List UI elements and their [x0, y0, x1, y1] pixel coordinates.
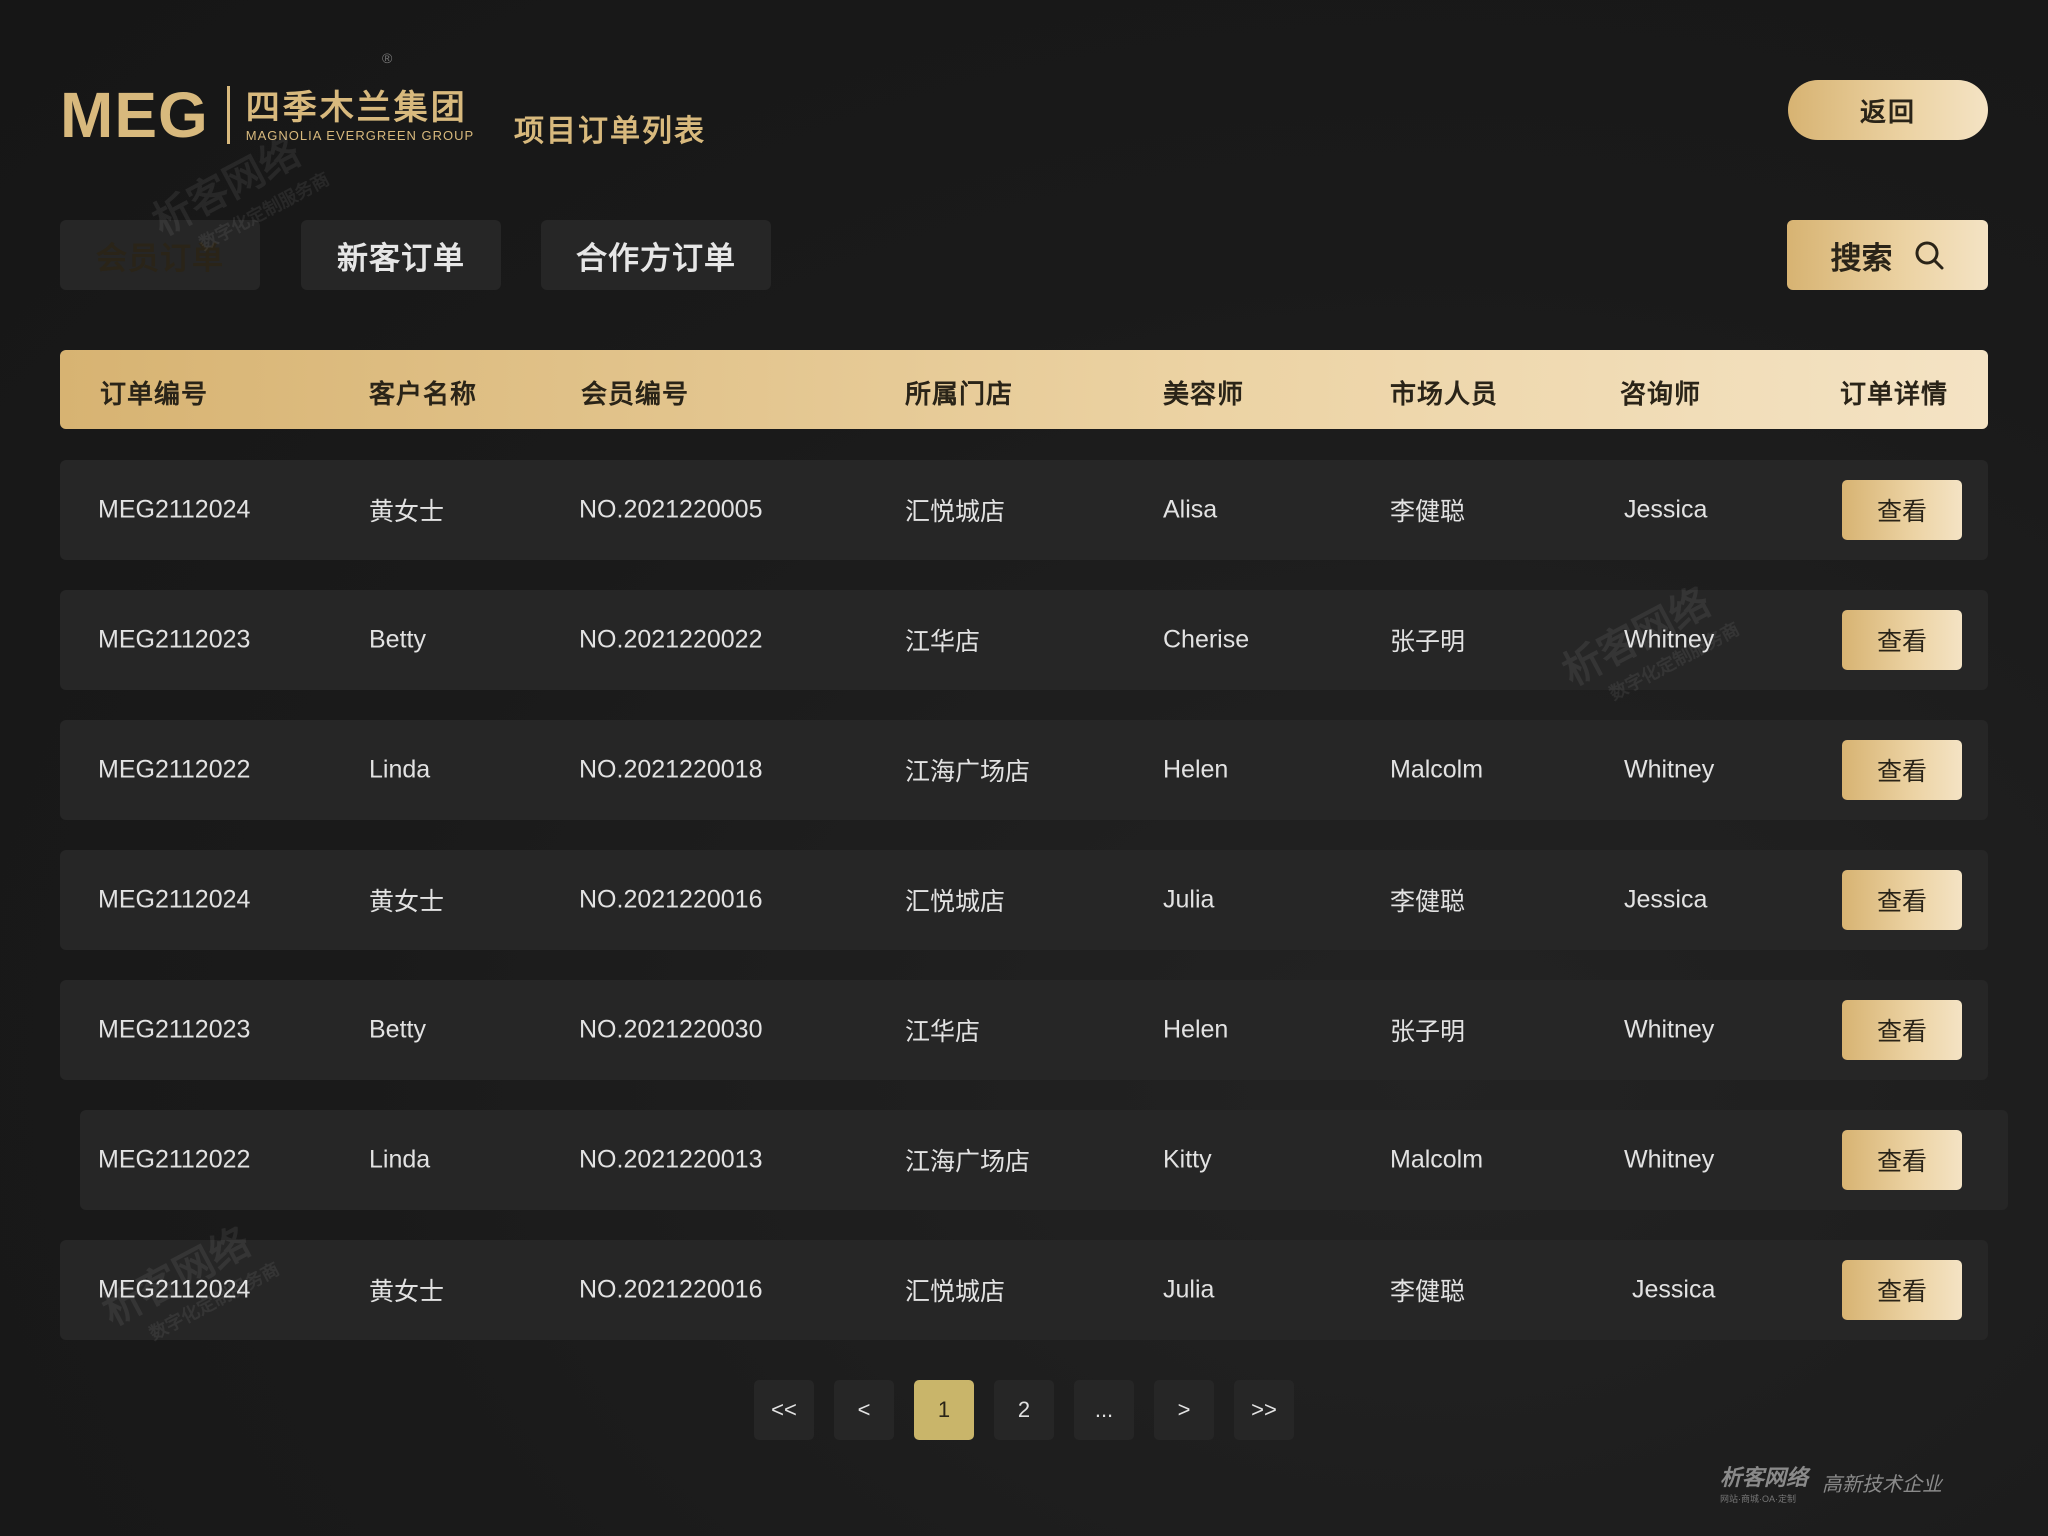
column-header-consultant: 咨询师 [1620, 379, 1702, 409]
cell-customer: 黄女士 [369, 1278, 445, 1306]
cell-order-no: MEG2112023 [98, 1015, 251, 1044]
view-order-button[interactable]: 查看 [1842, 740, 1962, 800]
page-next-button[interactable]: > [1154, 1380, 1214, 1440]
column-header-beautician: 美容师 [1163, 379, 1245, 409]
cell-order-no: MEG2112024 [98, 885, 251, 914]
cell-member-no: NO.2021220013 [579, 1145, 763, 1174]
back-button[interactable]: 返回 [1788, 80, 1988, 140]
page-prev-button[interactable]: < [834, 1380, 894, 1440]
view-order-button[interactable]: 查看 [1842, 480, 1962, 540]
column-header-order-no: 订单编号 [100, 379, 209, 409]
cell-store: 汇悦城店 [905, 1278, 1006, 1306]
table-row: MEG2112022 Linda NO.2021220013 江海广场店 Kitty Ma… [80, 1110, 2008, 1210]
search-label: 搜索 [1830, 240, 1893, 276]
table-row: MEG2112023 Betty NO.2021220030 江华店 Helen 张子明 W… [60, 980, 1988, 1080]
footer-brand: 析客网络 [1720, 1465, 1809, 1490]
cell-customer: Betty [369, 1015, 426, 1044]
cell-member-no: NO.2021220030 [579, 1015, 763, 1044]
cell-store: 江海广场店 [905, 1148, 1031, 1176]
cell-customer: 黄女士 [369, 498, 445, 526]
cell-marketer: 李健聪 [1390, 1278, 1466, 1306]
column-header-member-no: 会员编号 [581, 379, 690, 409]
footer-watermark: 析客网络 网站·商城·OA·定制 高新技术企业 [1720, 1460, 1942, 1505]
cell-store: 汇悦城店 [905, 498, 1006, 526]
cell-consultant: Jessica [1624, 495, 1708, 524]
tab-member-orders[interactable]: 会员订单 [60, 220, 260, 290]
cell-member-no: NO.2021220016 [579, 1275, 763, 1304]
cell-order-no: MEG2112024 [98, 1275, 251, 1304]
cell-member-no: NO.2021220022 [579, 625, 763, 654]
page-first-button[interactable]: << [754, 1380, 814, 1440]
cell-customer: Betty [369, 625, 426, 654]
page-ellipsis[interactable]: ... [1074, 1380, 1134, 1440]
cell-marketer: 李健聪 [1390, 888, 1466, 916]
column-header-marketer: 市场人员 [1390, 379, 1499, 409]
view-order-button[interactable]: 查看 [1842, 870, 1962, 930]
view-order-button[interactable]: 查看 [1842, 610, 1962, 670]
footer-brand-sub: 网站·商城·OA·定制 [1720, 1494, 1796, 1504]
table-row: MEG2112024 黄女士 NO.2021220005 汇悦城店 Alisa 李健聪 Je… [60, 460, 1988, 560]
cell-store: 汇悦城店 [905, 888, 1006, 916]
cell-member-no: NO.2021220005 [579, 495, 763, 524]
pagination: << < 1 2 ... > >> [754, 1380, 1294, 1440]
column-header-order-details: 订单详情 [1840, 379, 1949, 409]
cell-beautician: Kitty [1163, 1145, 1212, 1174]
cell-consultant: Jessica [1632, 1275, 1716, 1304]
footer-brand-block: 析客网络 网站·商城·OA·定制 [1720, 1460, 1808, 1505]
table-row: MEG2112022 Linda NO.2021220018 江海广场店 Helen Ma… [60, 720, 1988, 820]
cell-store: 江海广场店 [905, 758, 1031, 786]
cell-customer: Linda [369, 755, 431, 784]
registered-mark: ® [382, 50, 393, 66]
cell-order-no: MEG2112022 [98, 755, 251, 784]
page-last-button[interactable]: >> [1234, 1380, 1294, 1440]
cell-marketer: 张子明 [1390, 1018, 1466, 1046]
cell-consultant: Whitney [1624, 1015, 1715, 1044]
logo-divider [226, 86, 230, 144]
page-button-1[interactable]: 1 [914, 1380, 974, 1440]
cell-store: 江华店 [905, 1018, 981, 1046]
view-order-button[interactable]: 查看 [1842, 1260, 1962, 1320]
table-row: MEG2112023 Betty NO.2021220022 江华店 Cherise 张子… [60, 590, 1988, 690]
logo-chinese-name: 四季木兰集团 [245, 88, 468, 127]
search-icon [1915, 241, 1943, 270]
cell-consultant: Whitney [1624, 625, 1715, 654]
logo-english-name: MAGNOLIA EVERGREEN GROUP [245, 127, 475, 143]
cell-marketer: 张子明 [1390, 628, 1466, 656]
cell-beautician: Julia [1163, 885, 1215, 914]
cell-beautician: Helen [1163, 1015, 1229, 1044]
tab-partner-orders[interactable]: 合作方订单 [541, 220, 771, 290]
cell-member-no: NO.2021220016 [579, 885, 763, 914]
search-button[interactable]: 搜索 [1787, 220, 1988, 290]
cell-order-no: MEG2112022 [98, 1145, 251, 1174]
view-order-button[interactable]: 查看 [1842, 1130, 1962, 1190]
cell-beautician: Alisa [1163, 495, 1218, 524]
tab-new-customer-orders[interactable]: 新客订单 [301, 220, 501, 290]
table-row: MEG2112024 黄女士 NO.2021220016 汇悦城店 Julia 李健聪 Je… [60, 1240, 1988, 1340]
footer-slogan: 高新技术企业 [1822, 1472, 1943, 1496]
cell-beautician: Julia [1163, 1275, 1215, 1304]
logo-meg-text: MEG [60, 79, 209, 151]
cell-store: 江华店 [905, 628, 981, 656]
page-button-2[interactable]: 2 [994, 1380, 1054, 1440]
brand-logo: MEG 四季木兰集团 MAGNOLIA EVERGREEN GROUP [60, 78, 474, 152]
cell-beautician: Helen [1163, 755, 1229, 784]
cell-consultant: Jessica [1624, 885, 1708, 914]
column-header-customer: 客户名称 [369, 379, 478, 409]
cell-beautician: Cherise [1163, 625, 1250, 654]
cell-consultant: Whitney [1624, 755, 1715, 784]
cell-marketer: Malcolm [1390, 755, 1484, 784]
column-header-store: 所属门店 [905, 379, 1014, 409]
cell-consultant: Whitney [1624, 1145, 1715, 1174]
table-row: MEG2112024 黄女士 NO.2021220016 汇悦城店 Julia 李健聪 Je… [60, 850, 1988, 950]
cell-order-no: MEG2112023 [98, 625, 251, 654]
cell-customer: 黄女士 [369, 888, 445, 916]
cell-marketer: Malcolm [1390, 1145, 1484, 1174]
cell-customer: Linda [369, 1145, 431, 1174]
page-title: 项目订单列表 [514, 115, 706, 148]
view-order-button[interactable]: 查看 [1842, 1000, 1962, 1060]
logo-text-block: 四季木兰集团 MAGNOLIA EVERGREEN GROUP [246, 88, 474, 143]
cell-marketer: 李健聪 [1390, 498, 1466, 526]
cell-member-no: NO.2021220018 [579, 755, 763, 784]
cell-order-no: MEG2112024 [98, 495, 251, 524]
